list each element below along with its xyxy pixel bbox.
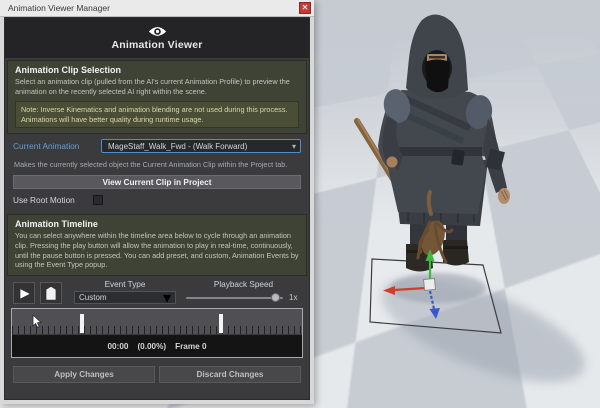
add-event-button[interactable]: + <box>40 282 62 305</box>
play-button[interactable]: ▶ <box>13 282 35 305</box>
status-time: 00:00 <box>107 341 129 351</box>
mouse-cursor <box>32 315 42 329</box>
clip-selection-title: Animation Clip Selection <box>15 65 122 75</box>
viewer-title: Animation Viewer <box>111 38 203 51</box>
timeline-section: Animation Timeline You can select anywhe… <box>5 213 309 384</box>
add-event-icon: + <box>46 286 56 300</box>
status-frame: Frame 0 <box>175 341 207 351</box>
selection-quad[interactable] <box>369 258 502 334</box>
timeline-description: You can select anywhere within the timel… <box>15 230 299 270</box>
timeline-box: 00:00 (0.00%) Frame 0 <box>11 308 303 359</box>
chevron-down-icon: ▾ <box>291 141 296 151</box>
playback-speed-label: Playback Speed <box>213 280 274 290</box>
view-current-clip-button[interactable]: View Current Clip in Project <box>13 174 301 189</box>
view-clip-help-text: Makes the currently selected object the … <box>14 160 288 170</box>
action-buttons-row: Apply Changes Discard Changes <box>13 366 301 384</box>
window-title: Animation Viewer Manager <box>8 3 110 13</box>
eye-icon <box>148 26 166 36</box>
event-type-group: Event Type Custom ▾ <box>74 280 176 307</box>
current-animation-row: Current Animation MageStaff_Walk_Fwd - (… <box>5 134 309 156</box>
viewer-header: Animation Viewer <box>5 18 309 58</box>
clip-selection-note: Note: Inverse Kinematics and animation b… <box>15 100 299 129</box>
root-motion-row: Use Root Motion <box>5 189 309 207</box>
event-marker[interactable] <box>218 314 223 334</box>
apply-changes-button[interactable]: Apply Changes <box>13 366 155 384</box>
playback-speed-group: Playback Speed 1x <box>186 280 301 304</box>
timeline-ruler[interactable] <box>12 309 302 335</box>
timeline-status-bar: 00:00 (0.00%) Frame 0 <box>12 334 302 358</box>
timeline-controls: ▶ + Event Type Custom ▾ Playback Speed 1… <box>5 276 309 307</box>
timeline-ticks <box>12 326 302 335</box>
status-percent: (0.00%) <box>137 341 167 351</box>
playback-speed-handle[interactable] <box>271 293 281 303</box>
timeline-title: Animation Timeline <box>15 218 98 229</box>
event-type-label: Event Type <box>104 280 146 290</box>
timeline-header-box: Animation Timeline You can select anywhe… <box>7 213 307 277</box>
playback-speed-slider[interactable] <box>186 293 283 303</box>
chevron-down-icon: ▾ <box>162 289 171 307</box>
playback-speed-slider-row: 1x <box>186 291 301 304</box>
close-icon[interactable]: ✕ <box>299 2 311 14</box>
gizmo-center-handle[interactable] <box>422 277 437 292</box>
play-icon: ▶ <box>20 286 30 301</box>
playback-speed-value: 1x <box>289 293 298 303</box>
event-marker[interactable] <box>79 314 84 334</box>
root-motion-label: Use Root Motion <box>13 194 75 205</box>
clip-selection-description: Select an animation clip (pulled from th… <box>15 77 290 96</box>
plus-icon: + <box>55 281 61 292</box>
event-type-dropdown[interactable]: Custom ▾ <box>74 290 176 307</box>
current-animation-label: Current Animation <box>13 141 80 152</box>
current-animation-value: MageStaff_Walk_Fwd - (Walk Forward) <box>108 141 248 151</box>
root-motion-checkbox[interactable] <box>93 194 103 205</box>
event-type-value: Custom <box>79 293 107 303</box>
screen: Animation Viewer Manager ✕ Animation Vie… <box>0 0 600 408</box>
animation-viewer-window: Animation Viewer Manager ✕ Animation Vie… <box>0 0 314 404</box>
window-titlebar[interactable]: Animation Viewer Manager ✕ <box>0 0 314 17</box>
clip-selection-section: Animation Clip Selection Select an anima… <box>7 60 307 135</box>
window-body: Animation Viewer Animation Clip Selectio… <box>4 17 310 400</box>
discard-changes-button[interactable]: Discard Changes <box>159 366 301 384</box>
current-animation-dropdown[interactable]: MageStaff_Walk_Fwd - (Walk Forward) ▾ <box>101 139 301 154</box>
